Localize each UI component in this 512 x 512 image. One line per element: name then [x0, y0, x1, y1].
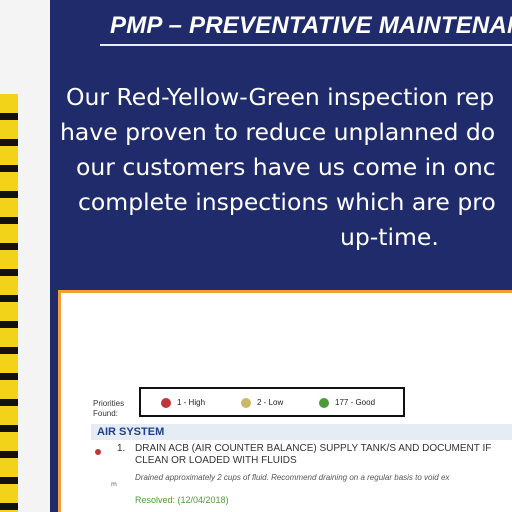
title-underline — [100, 44, 512, 46]
item-marker: m — [111, 481, 117, 488]
intro-line: Our Red-Yellow-Green inspection rep — [66, 83, 495, 111]
red-status-icon — [95, 449, 101, 455]
intro-line: complete inspections which are pro — [78, 188, 496, 216]
caution-stripe — [0, 94, 18, 512]
priority-low: 2 - Low — [241, 398, 283, 408]
priority-label: 2 - Low — [257, 398, 284, 408]
intro-line: up-time. — [340, 223, 439, 251]
intro-line: have proven to reduce unplanned do — [60, 118, 496, 146]
section-title: AIR SYSTEM — [97, 426, 165, 438]
priority-good: 177 - Good — [319, 398, 375, 408]
yellow-dot-icon — [241, 398, 251, 408]
green-dot-icon — [319, 398, 329, 408]
slide: PMP – PREVENTATIVE MAINTENANC Our Red-Ye… — [0, 0, 512, 512]
red-dot-icon — [161, 398, 171, 408]
priority-label: 1 - High — [177, 398, 206, 408]
page-title: PMP – PREVENTATIVE MAINTENANC — [110, 12, 512, 39]
item-description: DRAIN ACB (AIR COUNTER BALANCE) SUPPLY T… — [135, 443, 492, 466]
item-number: 1. — [117, 443, 126, 454]
inspection-report: Priorities Found: 1 - High 2 - Low 177 -… — [58, 290, 512, 512]
priorities-legend: 1 - High 2 - Low 177 - Good — [139, 387, 405, 417]
resolved-status: Resolved: (12/04/2018) — [135, 495, 229, 505]
intro-text: Our Red-Yellow-Green inspection rep have… — [58, 80, 512, 255]
intro-line: our customers have us come in onc — [76, 153, 496, 181]
section-header: AIR SYSTEM — [91, 424, 512, 440]
priorities-label: Priorities Found: — [93, 399, 125, 418]
title-bar: PMP – PREVENTATIVE MAINTENANC — [100, 0, 512, 46]
item-note: Drained approximately 2 cups of fluid. R… — [135, 473, 450, 482]
priority-label: 177 - Good — [335, 398, 376, 408]
priority-high: 1 - High — [161, 398, 205, 408]
